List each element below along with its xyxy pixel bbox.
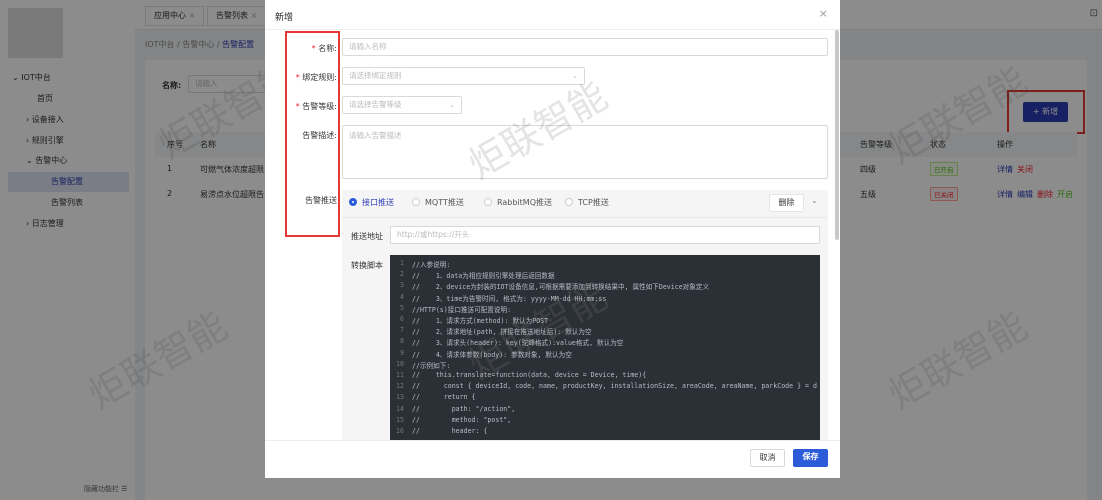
line-number: 4 [400,292,404,301]
close-icon[interactable]: × [819,7,828,20]
code-line: // const { deviceId, code, name, product… [412,382,817,391]
divider [342,217,828,218]
line-number: 9 [400,348,404,357]
radio-tcp[interactable]: TCP推送 [565,197,609,208]
line-number: 10 [396,359,404,368]
line-number: 7 [400,326,404,335]
url-label: 推送地址 [351,232,383,241]
add-modal: 新增 × * 名称: * 绑定规则: * 告警等级: 告警描述: 告警推送 请输… [265,0,840,478]
code-line: // this.translate=function(data, device … [412,371,647,379]
desc-textarea[interactable]: 请输入告警描述 [342,125,828,179]
cancel-button[interactable]: 取消 [750,449,785,467]
save-button[interactable]: 保存 [793,449,828,467]
line-number: 14 [396,404,404,413]
chevron-down-icon[interactable]: ⌄ [811,196,818,205]
line-number: 6 [400,315,404,323]
code-line: // 3、请求头(header): key(驼峰格式):value格式, 默认为… [412,339,624,348]
code-line: //HTTP(s)接口推送可配置说明: [412,305,512,314]
code-line: //入参说明: [412,261,451,269]
line-number: 5 [400,303,404,312]
code-line: // 3、time为告警时间, 格式为: yyyy-MM-dd HH:mm:ss [412,294,607,303]
url-input[interactable]: http://或https://开头 [390,226,820,244]
code-line: // method: "post", [412,415,512,424]
radio-mqtt[interactable]: MQTT推送 [412,197,464,208]
rule-select[interactable]: 请选择绑定规则 ⌄ [342,67,585,85]
line-number: 15 [396,415,404,424]
code-line: // 2、device为封装的IOT设备信息,可根据需要添加到转换结果中, 属性… [412,283,710,292]
code-line: // header: { [412,427,488,435]
code-line: // 1、请求方式(method): 默认为POST [412,317,549,325]
script-label: 转换脚本 [351,261,383,270]
level-select[interactable]: 请选择告警等级 ⌄ [342,96,462,114]
level-placeholder: 请选择告警等级 [349,100,402,109]
divider [265,29,840,30]
line-number: 12 [396,382,404,391]
delete-push-button[interactable]: 删除 [769,194,804,212]
line-number: 8 [400,337,404,346]
code-line: // 4、请求体参数(body): 参数对象, 默认为空 [412,350,572,359]
code-line: // 1、data为相应规则引擎处理后返回数据 [412,272,555,281]
line-number: 1 [400,259,404,267]
rule-placeholder: 请选择绑定规则 [349,71,402,80]
highlight-box [285,31,340,237]
line-number: 13 [396,393,404,402]
scrollbar[interactable] [835,30,839,240]
modal-footer: 取消 保存 [265,440,840,478]
name-input[interactable]: 请输入名称 [342,38,828,56]
radio-http[interactable]: 接口推送 [349,197,394,208]
line-number: 16 [396,427,404,435]
line-number: 2 [400,270,404,279]
line-number: 11 [396,371,404,379]
radio-rabbitmq[interactable]: RabbitMQ推送 [484,197,552,208]
chevron-down-icon: ⌄ [449,101,455,109]
chevron-down-icon: ⌄ [572,72,578,80]
code-line: // 2、请求地址(path, 拼接在推送地址后): 默认为空 [412,328,592,337]
code-line: // return { [412,393,476,402]
line-number: 3 [400,281,404,290]
code-line: //示例如下: [412,361,451,370]
code-line: // path: "/action", [412,404,516,413]
code-editor[interactable]: 1 //入参说明: 2 // 1、data为相应规则引擎处理后返回数据 3 // 2、de… [390,255,820,440]
